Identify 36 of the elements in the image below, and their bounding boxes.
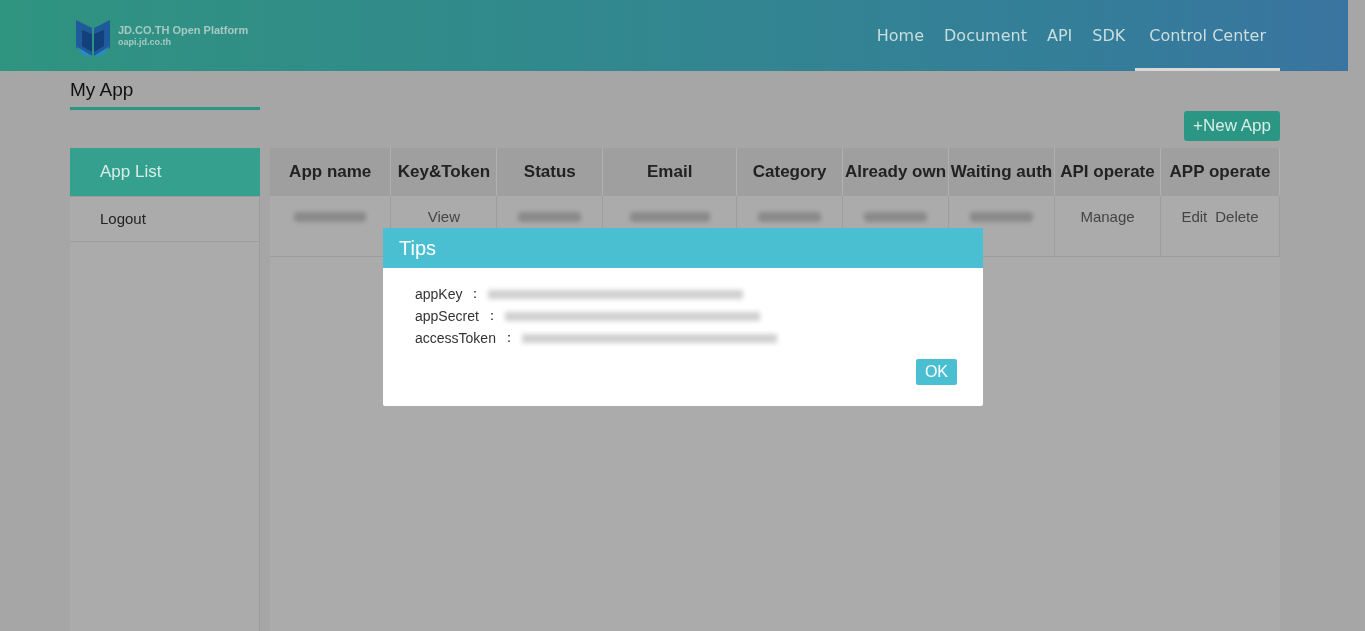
nav-link[interactable]: Home [866, 0, 935, 71]
blurred-text [970, 212, 1033, 222]
dialog-title: Tips [383, 228, 983, 268]
table-link[interactable]: Edit [1177, 208, 1212, 225]
nav-link[interactable]: Document [934, 0, 1037, 71]
blurred-text [518, 212, 582, 222]
column-header: App name [270, 148, 391, 196]
column-header: Waiting auth [948, 148, 1055, 196]
sidebar-item[interactable]: App List [70, 148, 260, 197]
nav-link[interactable]: SDK [1082, 0, 1136, 71]
nav-link[interactable]: Control Center [1135, 0, 1280, 71]
blurred-text [864, 212, 928, 222]
field-label: appSecret [415, 308, 479, 324]
column-header: Key&Token [390, 148, 497, 196]
colon-separator: ： [484, 307, 499, 325]
ok-button[interactable]: OK [915, 359, 957, 385]
column-header: Already own [842, 148, 949, 196]
field-label: accessToken [415, 330, 496, 346]
table-link[interactable]: Delete [1211, 208, 1263, 225]
column-header: Status [496, 148, 603, 196]
platform-url: oapi.jd.co.th [118, 35, 172, 48]
column-header: APP operate [1160, 148, 1280, 196]
platform-title: JD.CO.TH Open Platform [118, 23, 249, 36]
column-header: API operate [1054, 148, 1161, 196]
colon-separator: ： [501, 329, 516, 347]
table-link[interactable]: Manage [1076, 208, 1139, 225]
column-header: Category [736, 148, 843, 196]
table-link[interactable]: View [423, 208, 465, 225]
colon-separator: ： [468, 285, 483, 303]
sidebar-item[interactable]: Logout [70, 197, 260, 242]
blurred-text [758, 212, 822, 222]
field-label: appKey [415, 286, 463, 302]
new-app-button[interactable]: +New App [1184, 111, 1280, 141]
page-title: My App [70, 71, 260, 110]
column-header: Email [602, 148, 737, 196]
nav-link[interactable]: API [1036, 0, 1083, 71]
